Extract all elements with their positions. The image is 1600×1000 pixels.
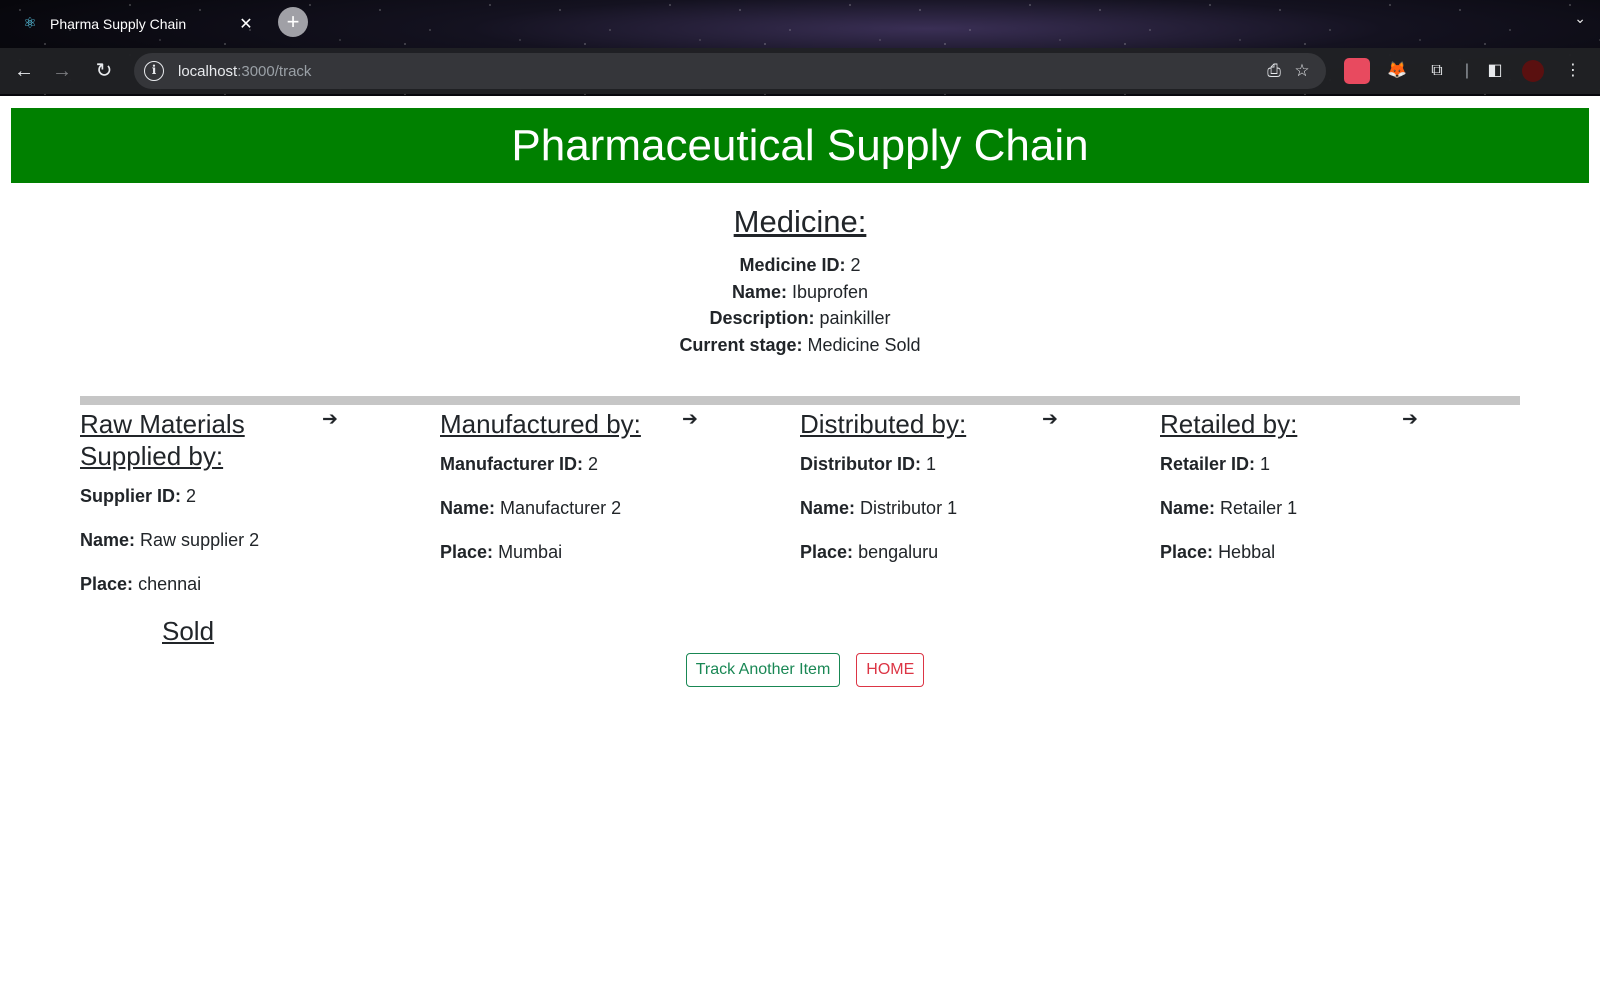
page-content: Pharmaceutical Supply Chain Medicine: Me… xyxy=(0,96,1600,1000)
react-icon: ⚛ xyxy=(23,15,37,32)
install-app-icon[interactable]: ⎙ xyxy=(1260,61,1288,81)
profile-avatar-icon[interactable] xyxy=(1522,60,1544,82)
reload-icon[interactable]: ↻ xyxy=(90,57,118,85)
retailer-id-row: Retailer ID: 1 xyxy=(1160,454,1271,474)
extension-icon[interactable] xyxy=(1344,58,1370,84)
manufacturer-name-row: Name: Manufacturer 2 xyxy=(440,498,622,518)
site-info-icon[interactable]: i xyxy=(144,61,164,81)
medicine-description-row: Description: painkiller xyxy=(709,308,891,328)
supplier-name-row: Name: Raw supplier 2 xyxy=(80,530,260,550)
supply-chain-stages: Raw Materials Supplied by: ➔ Supplier ID… xyxy=(80,408,1520,646)
stage-heading: Manufactured by: xyxy=(440,409,641,439)
track-another-item-button[interactable]: Track Another Item xyxy=(685,653,841,687)
retailer-place-row: Place: Hebbal xyxy=(1160,542,1276,562)
browser-toolbar: ← → ↻ i localhost:3000/track ⎙ ☆ 🦊 ⧉ | ◧… xyxy=(0,48,1600,94)
retailer-name-row: Name: Retailer 1 xyxy=(1160,498,1298,518)
distributor-place-row: Place: bengaluru xyxy=(800,542,939,562)
sold-label: Sold xyxy=(162,616,215,646)
arrow-right-icon: ➔ xyxy=(1402,409,1418,430)
manufacturer-place-row: Place: Mumbai xyxy=(440,542,563,562)
metamask-fox-icon[interactable]: 🦊 xyxy=(1384,58,1410,84)
supplier-id-row: Supplier ID: 2 xyxy=(80,486,197,506)
medicine-heading: Medicine: xyxy=(733,204,867,239)
distributor-name-row: Name: Distributor 1 xyxy=(800,498,958,518)
toolbar-separator: | xyxy=(1464,62,1470,79)
more-menu-icon[interactable]: ⋮ xyxy=(1560,58,1586,84)
tab-title: Pharma Supply Chain xyxy=(50,16,187,32)
bookmark-star-icon[interactable]: ☆ xyxy=(1288,61,1316,81)
browser-chrome: ⚛ Pharma Supply Chain ✕ + ⌄ ← → ↻ i loca… xyxy=(0,0,1600,96)
medicine-stage-row: Current stage: Medicine Sold xyxy=(679,334,921,355)
stage-retailer: Retailed by: ➔ Retailer ID: 1 Name: Reta… xyxy=(1160,408,1520,598)
stage-heading: Distributed by: xyxy=(800,409,967,439)
side-panel-icon[interactable]: ◧ xyxy=(1482,58,1508,84)
action-buttons: Track Another Item HOME xyxy=(0,653,1600,687)
manufacturer-id-row: Manufacturer ID: 2 xyxy=(440,454,599,474)
page-title: Pharmaceutical Supply Chain xyxy=(11,108,1589,183)
medicine-name-row: Name: Ibuprofen xyxy=(731,281,869,302)
stage-supplier: Raw Materials Supplied by: ➔ Supplier ID… xyxy=(80,408,440,646)
progress-divider xyxy=(80,396,1520,405)
medicine-id-row: Medicine ID: 2 xyxy=(739,255,861,275)
browser-tab[interactable]: ⚛ Pharma Supply Chain ✕ xyxy=(10,6,268,42)
chevron-down-icon[interactable]: ⌄ xyxy=(1574,10,1586,27)
stage-manufacturer: Manufactured by: ➔ Manufacturer ID: 2 Na… xyxy=(440,408,800,598)
url-text[interactable]: localhost:3000/track xyxy=(178,63,1260,80)
medicine-details: Medicine: Medicine ID: 2 Name: Ibuprofen… xyxy=(0,204,1600,358)
stage-heading: Raw Materials Supplied by: xyxy=(80,409,245,471)
arrow-right-icon: ➔ xyxy=(682,409,698,430)
forward-icon[interactable]: → xyxy=(48,57,76,85)
close-tab-icon[interactable]: ✕ xyxy=(236,14,256,34)
arrow-right-icon: ➔ xyxy=(1042,409,1058,430)
distributor-id-row: Distributor ID: 1 xyxy=(800,454,937,474)
address-bar[interactable]: i localhost:3000/track ⎙ ☆ xyxy=(134,53,1326,89)
back-icon[interactable]: ← xyxy=(10,57,38,85)
home-button[interactable]: HOME xyxy=(856,653,925,687)
new-tab-button[interactable]: + xyxy=(278,7,308,37)
supplier-place-row: Place: chennai xyxy=(80,574,202,594)
extensions-puzzle-icon[interactable]: ⧉ xyxy=(1424,58,1450,84)
stage-heading: Retailed by: xyxy=(1160,409,1298,439)
arrow-right-icon: ➔ xyxy=(322,409,338,430)
stage-distributor: Distributed by: ➔ Distributor ID: 1 Name… xyxy=(800,408,1160,598)
